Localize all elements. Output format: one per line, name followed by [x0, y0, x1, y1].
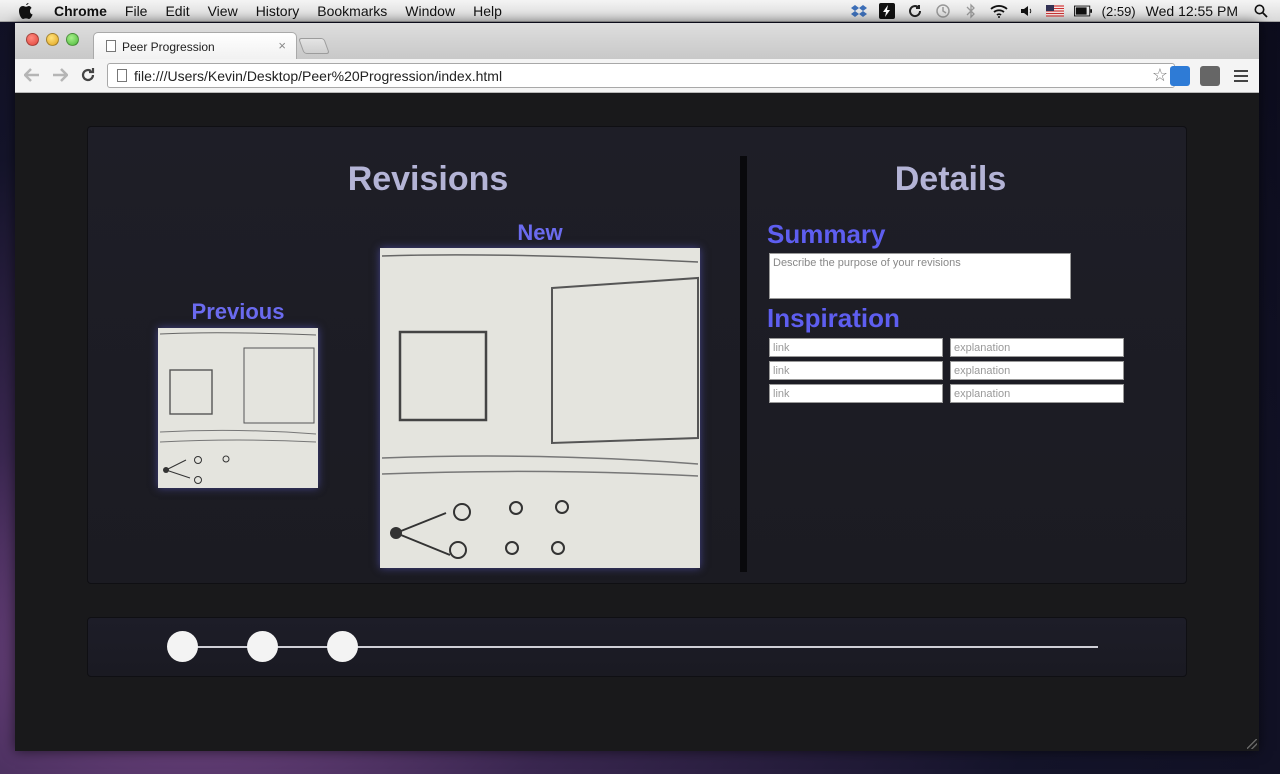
menu-edit[interactable]: Edit	[165, 0, 189, 22]
inspiration-label: Inspiration	[767, 303, 900, 333]
new-tab-button[interactable]	[298, 38, 330, 54]
bookmark-star-icon[interactable]: ☆	[1152, 65, 1168, 86]
summary-textarea[interactable]	[769, 253, 1071, 299]
evernote-extension-icon[interactable]	[1200, 66, 1220, 86]
dropbox-icon[interactable]	[850, 3, 868, 19]
new-label: New	[517, 220, 563, 245]
menu-history[interactable]: History	[256, 0, 300, 22]
back-arrow-icon[interactable]	[22, 65, 42, 85]
timeline-panel	[87, 617, 1187, 677]
tab-close-icon[interactable]: ×	[278, 38, 286, 53]
menu-file[interactable]: File	[125, 0, 148, 22]
menu-view[interactable]: View	[208, 0, 238, 22]
menu-window[interactable]: Window	[405, 0, 455, 22]
menu-app-name[interactable]: Chrome	[54, 0, 107, 22]
bolt-app-icon[interactable]	[878, 3, 896, 19]
sync-icon[interactable]	[906, 3, 924, 19]
time-machine-icon[interactable]	[934, 3, 952, 19]
details-title: Details	[894, 160, 1007, 198]
menu-bar: Chrome File Edit View History Bookmarks …	[0, 0, 1280, 22]
summary-label: Summary	[767, 219, 886, 249]
browser-toolbar: file:///Users/Kevin/Desktop/Peer%20Progr…	[15, 59, 1259, 93]
page-content: Revisions Details Previous New Summary D…	[15, 93, 1259, 751]
page-icon	[106, 40, 116, 52]
inspiration-link-input[interactable]	[769, 384, 943, 403]
battery-time: (2:59)	[1101, 3, 1136, 19]
menu-bookmarks[interactable]: Bookmarks	[317, 0, 387, 22]
inspiration-explanation-input[interactable]	[950, 338, 1124, 357]
browser-window: Peer Progression × file:///Users/Kevin/D…	[15, 23, 1259, 751]
tab-title: Peer Progression	[122, 40, 215, 54]
spotlight-search-icon[interactable]	[1252, 3, 1270, 19]
window-zoom-button[interactable]	[66, 33, 79, 46]
page-icon	[117, 69, 127, 82]
status-tray: (2:59) Wed 12:55 PM	[850, 0, 1280, 22]
window-minimize-button[interactable]	[46, 33, 59, 46]
column-divider	[740, 156, 747, 572]
timeline-node[interactable]	[247, 631, 278, 662]
wifi-icon[interactable]	[990, 3, 1008, 19]
timeline-track	[183, 646, 1098, 648]
battery-icon[interactable]	[1073, 3, 1092, 19]
tab-peer-progression[interactable]: Peer Progression ×	[93, 32, 297, 59]
new-sketch-image[interactable]	[380, 248, 700, 568]
tab-strip: Peer Progression ×	[15, 23, 1259, 59]
revisions-panel: Revisions Details Previous New Summary D…	[87, 126, 1187, 584]
inspiration-explanation-input[interactable]	[950, 361, 1124, 380]
apple-icon[interactable]	[18, 2, 36, 20]
menu-clock[interactable]: Wed 12:55 PM	[1146, 3, 1238, 19]
menu-help[interactable]: Help	[473, 0, 502, 22]
window-resize-grip[interactable]	[1247, 739, 1257, 749]
address-bar[interactable]: file:///Users/Kevin/Desktop/Peer%20Progr…	[107, 63, 1175, 88]
url-text[interactable]: file:///Users/Kevin/Desktop/Peer%20Progr…	[134, 68, 502, 84]
previous-sketch-image[interactable]	[158, 328, 318, 488]
translate-extension-icon[interactable]	[1170, 66, 1190, 86]
timeline-node[interactable]	[167, 631, 198, 662]
bluetooth-icon[interactable]	[962, 3, 980, 19]
window-close-button[interactable]	[26, 33, 39, 46]
chrome-menu-icon[interactable]	[1231, 66, 1251, 86]
inspiration-link-input[interactable]	[769, 361, 943, 380]
inspiration-explanation-input[interactable]	[950, 384, 1124, 403]
timeline-node[interactable]	[327, 631, 358, 662]
forward-arrow-icon[interactable]	[50, 65, 70, 85]
volume-icon[interactable]	[1018, 3, 1036, 19]
previous-label: Previous	[191, 299, 285, 324]
reload-icon[interactable]	[78, 65, 98, 85]
revisions-title: Revisions	[347, 160, 509, 198]
us-flag-icon[interactable]	[1045, 3, 1064, 19]
inspiration-link-input[interactable]	[769, 338, 943, 357]
